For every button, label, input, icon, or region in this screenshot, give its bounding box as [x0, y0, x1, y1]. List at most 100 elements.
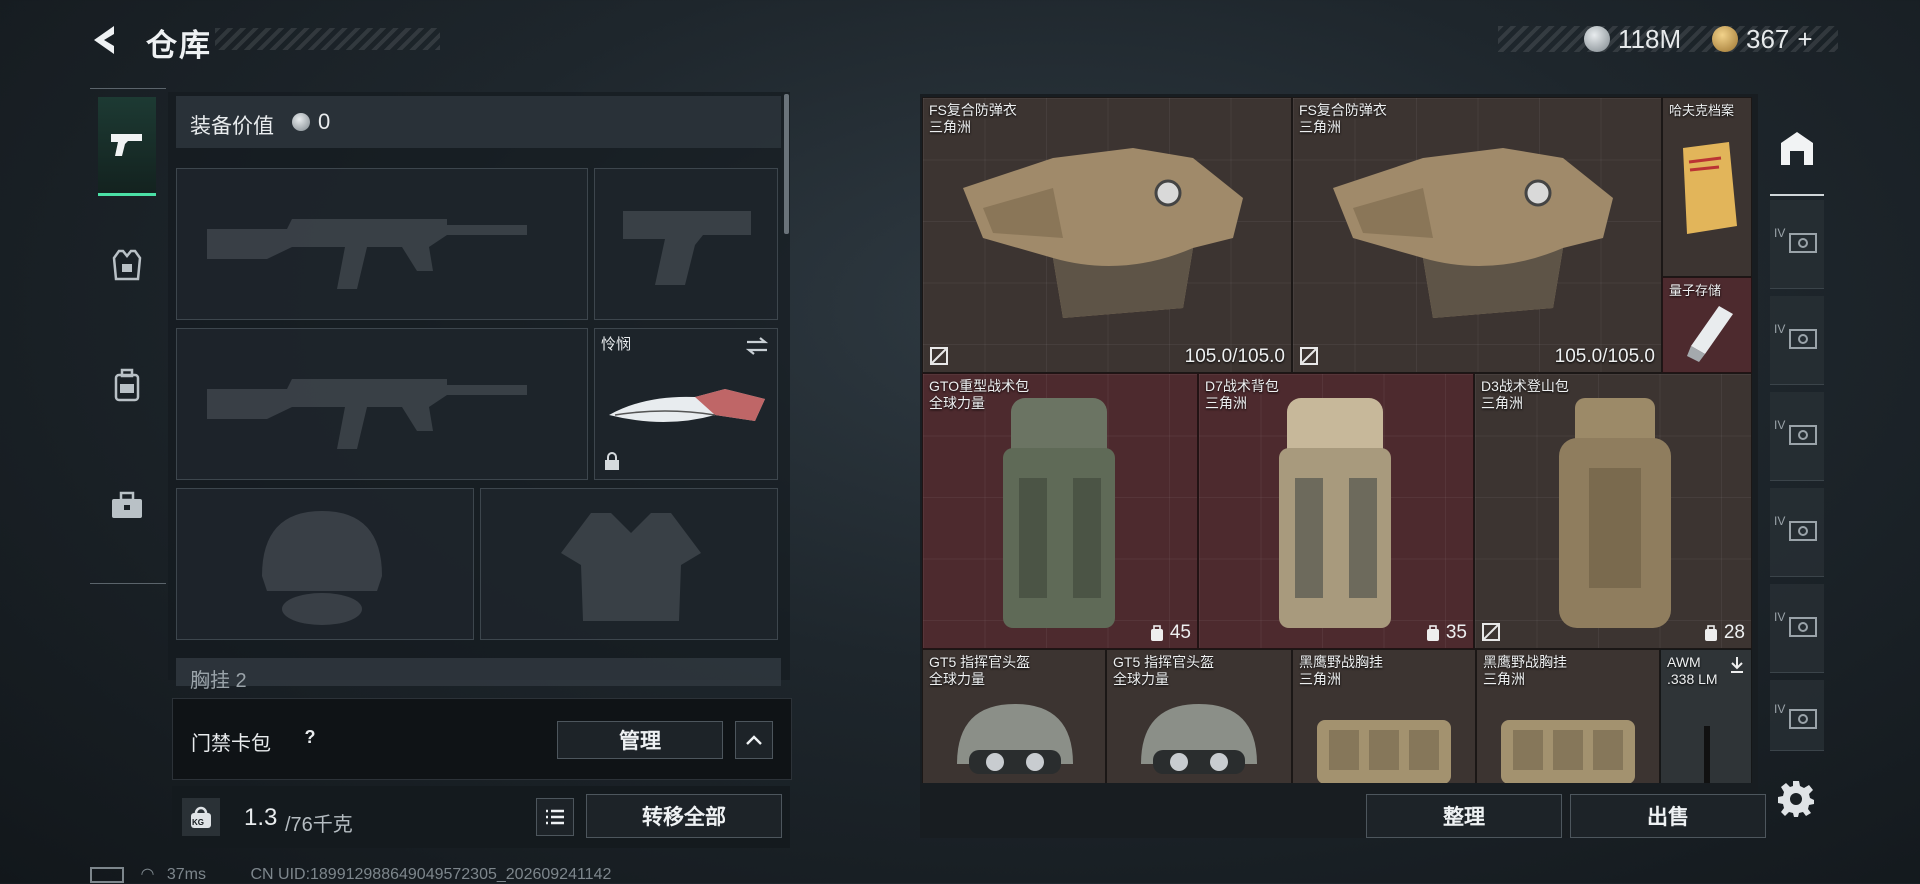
storage-item[interactable]: 哈夫克档案	[1662, 97, 1752, 277]
battery-icon	[90, 866, 124, 883]
keycard-pack-label: 门禁卡包	[191, 733, 271, 755]
silver-currency: 118M	[1584, 22, 1681, 56]
storage-item[interactable]: D3战术登山包 三角洲 28	[1474, 373, 1752, 649]
tier-label: IV	[1774, 702, 1786, 716]
durability: 105.0/105.0	[1184, 346, 1285, 367]
item-title: 量子存储	[1669, 283, 1722, 298]
tab-armor[interactable]	[98, 217, 156, 313]
storage-item[interactable]: FS复合防弹衣 三角洲 105.0/105.0	[922, 97, 1292, 373]
back-arrow-icon	[94, 26, 114, 54]
backpack-icon	[1559, 398, 1671, 628]
wifi-icon: ◠	[140, 866, 155, 883]
helmet-slot[interactable]	[176, 488, 474, 640]
storage-item[interactable]: 量子存储	[1662, 277, 1752, 373]
storage-item[interactable]: 黑鹰野战胸挂 三角洲	[1476, 649, 1660, 783]
gold-currency: 367 +	[1712, 22, 1813, 56]
armor-slot[interactable]	[480, 488, 778, 640]
no-insurance-icon	[1482, 623, 1500, 641]
item-brand: 三角洲	[1483, 671, 1525, 687]
item-brand: 全球力量	[1113, 671, 1169, 687]
transfer-all-button[interactable]: 转移全部	[586, 794, 782, 838]
list-view-button[interactable]	[536, 798, 574, 836]
weight-current: 1.3	[244, 804, 278, 831]
weight-max: /76千克	[285, 814, 353, 836]
backpack-icon	[1279, 398, 1391, 628]
storage-slot-1[interactable]: IV	[1770, 200, 1824, 289]
warehouse-tab[interactable]	[1770, 102, 1824, 196]
ammo-round-icon	[1704, 726, 1710, 783]
item-name: GT5 指挥官头盔 全球力量	[1113, 654, 1214, 688]
backpack-icon	[1003, 398, 1115, 628]
back-button[interactable]	[88, 22, 124, 58]
item-brand: 三角洲	[1481, 395, 1523, 411]
storage-item[interactable]: GTO重型战术包 全球力量 45	[922, 373, 1198, 649]
tier-label: IV	[1774, 322, 1786, 336]
help-button[interactable]: ?	[297, 724, 323, 750]
backpack-small-icon	[1150, 625, 1163, 641]
helmet-icon	[1141, 704, 1257, 774]
chest-rig-icon	[1501, 720, 1635, 783]
settings-button[interactable]	[1776, 778, 1816, 823]
helmet-icon	[957, 704, 1073, 774]
body-armor-icon	[1333, 148, 1613, 318]
storage-item[interactable]: GT5 指挥官头盔 全球力量	[1106, 649, 1292, 783]
item-title: 黑鹰野战胸挂	[1299, 654, 1383, 670]
item-title: D7战术背包	[1205, 378, 1279, 394]
storage-item[interactable]: FS复合防弹衣 三角洲 105.0/105.0	[1292, 97, 1662, 373]
file-folder-icon	[1683, 142, 1737, 234]
item-name: 黑鹰野战胸挂 三角洲	[1299, 654, 1383, 688]
pistol-slot[interactable]	[594, 168, 778, 320]
storage-item[interactable]: GT5 指挥官头盔 全球力量	[922, 649, 1106, 783]
gear-icon	[1778, 781, 1814, 817]
item-title: FS复合防弹衣	[929, 102, 1017, 118]
capacity-value: 45	[1169, 622, 1191, 643]
chevron-up-icon	[746, 735, 762, 745]
status-bar: ◠ 37ms CN UID:18991298864904957230​5_202…	[90, 864, 611, 884]
pistol-silhouette-icon	[623, 211, 751, 285]
primary-weapon-slot[interactable]	[176, 168, 588, 320]
title-decoration	[215, 28, 440, 50]
sell-button[interactable]: 出售	[1570, 794, 1766, 838]
item-title: GT5 指挥官头盔	[1113, 654, 1215, 670]
secondary-weapon-slot[interactable]	[176, 328, 588, 480]
add-gold-button[interactable]: +	[1797, 24, 1812, 55]
swap-icon[interactable]	[745, 337, 769, 355]
storage-slot-5[interactable]: IV	[1770, 584, 1824, 673]
chest-rig-section-label: 胸挂 2	[190, 670, 247, 692]
equipment-value-header: 装备价值 0	[176, 96, 781, 148]
storage-item[interactable]: AWM .338 LM	[1660, 649, 1752, 783]
item-name: D7战术背包 三角洲	[1205, 378, 1279, 412]
tier-label: IV	[1774, 226, 1786, 240]
list-icon	[546, 809, 564, 825]
tier-label: IV	[1774, 418, 1786, 432]
tab-backpack[interactable]	[98, 337, 156, 433]
toolbox-icon	[112, 491, 142, 518]
collapse-button[interactable]	[735, 721, 773, 759]
capacity-value: 28	[1723, 622, 1745, 643]
storage-slot-3[interactable]: IV	[1770, 392, 1824, 481]
backpack-icon	[114, 368, 140, 402]
safe-icon	[1789, 329, 1817, 349]
safe-icon	[1789, 425, 1817, 445]
sort-button[interactable]: 整理	[1366, 794, 1562, 838]
manage-button[interactable]: 管理	[557, 721, 723, 759]
silver-amount: 118M	[1618, 23, 1682, 54]
weight-unit-icon: KG	[192, 818, 204, 827]
loadout-scrollbar[interactable]	[784, 94, 789, 234]
storage-slot-6[interactable]: IV	[1770, 680, 1824, 751]
container-sidebar: IV IV IV IV IV IV	[1764, 96, 1828, 756]
storage-slot-2[interactable]: IV	[1770, 296, 1824, 385]
item-brand: 全球力量	[929, 671, 985, 687]
storage-item[interactable]: 黑鹰野战胸挂 三角洲	[1292, 649, 1476, 783]
item-title: GT5 指挥官头盔	[929, 654, 1031, 670]
chest-rig-icon	[1317, 720, 1451, 783]
storage-slot-4[interactable]: IV	[1770, 488, 1824, 577]
durability: 105.0/105.0	[1554, 346, 1655, 367]
tab-toolbox[interactable]	[98, 457, 156, 553]
safe-icon	[1789, 617, 1817, 637]
item-title: 黑鹰野战胸挂	[1483, 654, 1567, 670]
storage-item[interactable]: D7战术背包 三角洲 35	[1198, 373, 1474, 649]
melee-slot[interactable]: 怜悯	[594, 328, 778, 480]
tab-weapons[interactable]	[98, 97, 156, 196]
silver-coin-icon	[292, 113, 310, 131]
